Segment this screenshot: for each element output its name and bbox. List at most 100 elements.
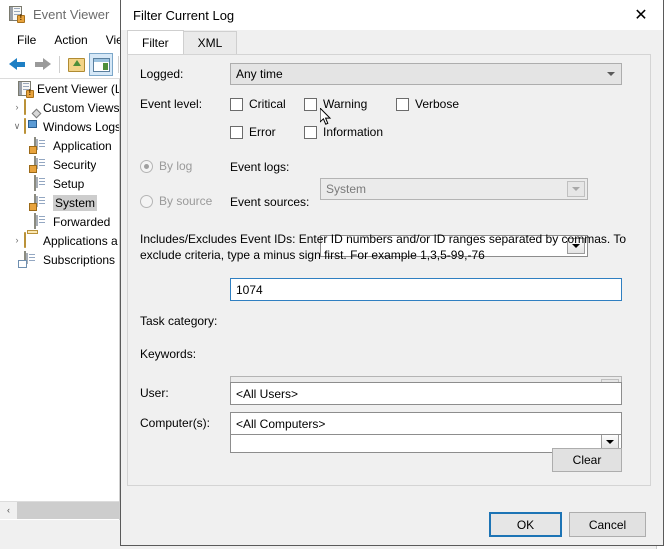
computers-label-row: Computer(s): xyxy=(140,416,210,430)
checkbox-label: Warning xyxy=(323,97,368,111)
radio-circle[interactable] xyxy=(140,159,153,173)
radio-label: By source xyxy=(159,194,213,208)
tree-item-setup[interactable]: Setup xyxy=(0,174,119,193)
checkbox-error[interactable]: Error xyxy=(230,125,276,139)
event-viewer-icon xyxy=(9,6,25,23)
tree-item-applications-and-services[interactable]: › Applications a xyxy=(0,231,119,250)
checkbox-box[interactable] xyxy=(304,97,317,111)
cancel-button[interactable]: Cancel xyxy=(569,512,646,537)
checkbox-critical[interactable]: Critical xyxy=(230,97,286,111)
checkbox-label: Information xyxy=(323,125,384,139)
computers-input[interactable]: <All Computers> xyxy=(230,412,622,435)
event-ids-value: 1074 xyxy=(236,282,263,297)
toolbar-separator-2 xyxy=(118,56,119,73)
event-level-label-row: Event level: xyxy=(140,97,202,111)
scroll-left-icon[interactable]: ‹ xyxy=(0,502,17,519)
chevron-right-icon[interactable]: › xyxy=(10,231,24,250)
menu-file[interactable]: File xyxy=(8,30,45,50)
event-logs-label: Event logs: xyxy=(230,160,290,174)
tree-item-windows-logs[interactable]: ∨ Windows Logs xyxy=(0,117,119,136)
event-logs-value: System xyxy=(326,182,367,196)
tree-item-label: Forwarded xyxy=(53,214,111,229)
radio-circle[interactable] xyxy=(140,194,153,208)
event-logs-combobox: System xyxy=(320,178,588,200)
radio-label: By log xyxy=(159,159,193,173)
checkbox-box[interactable] xyxy=(304,125,317,139)
radio-by-log[interactable]: By log xyxy=(140,159,192,173)
logged-label: Logged: xyxy=(140,67,184,81)
user-input[interactable]: <All Users> xyxy=(230,382,622,405)
checkbox-label: Verbose xyxy=(415,97,460,111)
up-one-level-button[interactable] xyxy=(64,53,88,76)
tree-item-label: Applications a xyxy=(43,233,118,248)
tree-item-label: System xyxy=(53,194,98,211)
log-icon xyxy=(34,174,50,192)
event-viewer-icon xyxy=(18,80,34,98)
logged-value: Any time xyxy=(236,67,283,81)
event-ids-help-text: Includes/Excludes Event IDs: Enter ID nu… xyxy=(140,232,627,262)
user-value: <All Users> xyxy=(236,386,299,401)
close-icon[interactable]: ✕ xyxy=(619,1,663,30)
checkbox-information[interactable]: Information xyxy=(304,125,383,139)
chevron-down-icon[interactable]: ∨ xyxy=(10,117,24,136)
keywords-label: Keywords: xyxy=(140,347,197,361)
event-sources-label: Event sources: xyxy=(230,195,310,209)
log-warning-icon xyxy=(29,136,50,154)
tree-item-subscriptions[interactable]: Subscriptions xyxy=(0,250,119,269)
keywords-label-row: Keywords: xyxy=(140,347,196,361)
folder-multi-icon xyxy=(24,231,40,249)
logged-combobox[interactable]: Any time xyxy=(230,63,622,85)
checkbox-verbose[interactable]: Verbose xyxy=(396,97,459,111)
tree-item-event-viewer-local[interactable]: Event Viewer (Loc xyxy=(0,79,119,98)
tree-item-forwarded-events[interactable]: Forwarded xyxy=(0,212,119,231)
tree-item-security[interactable]: Security xyxy=(0,155,119,174)
user-label: User: xyxy=(140,386,169,400)
menu-action[interactable]: Action xyxy=(45,30,96,50)
filter-tab-panel: Logged: Any time Event level: Critical W… xyxy=(127,54,651,486)
dialog-title: Filter Current Log xyxy=(133,7,235,23)
tree-item-custom-views[interactable]: › Custom Views xyxy=(0,98,119,117)
forward-button[interactable] xyxy=(30,53,54,76)
folder-up-icon xyxy=(67,57,85,72)
event-logs-label-row: Event logs: xyxy=(230,160,289,174)
scrollbar-thumb[interactable] xyxy=(17,502,119,519)
checkbox-label: Critical xyxy=(249,97,286,111)
tree-item-label: Security xyxy=(53,157,97,172)
log-warning-icon xyxy=(29,193,50,211)
dropdown-button xyxy=(567,181,585,197)
filter-current-log-dialog: Filter Current Log ✕ Filter XML Logged: … xyxy=(120,0,664,546)
checkbox-box[interactable] xyxy=(396,97,409,111)
tree-item-label: Custom Views xyxy=(43,100,119,115)
chevron-right-icon[interactable]: › xyxy=(10,98,24,117)
checkbox-warning[interactable]: Warning xyxy=(304,97,367,111)
show-hide-console-tree-button[interactable] xyxy=(89,53,113,76)
logged-label-row: Logged: xyxy=(140,67,183,81)
user-label-row: User: xyxy=(140,386,169,400)
event-level-label: Event level: xyxy=(140,97,203,111)
radio-by-source[interactable]: By source xyxy=(140,194,212,208)
chevron-down-icon xyxy=(606,440,614,444)
left-arrow-icon xyxy=(8,58,26,71)
checkbox-box[interactable] xyxy=(230,125,243,139)
event-ids-input[interactable]: 1074 xyxy=(230,278,622,301)
console-tree[interactable]: Event Viewer (Loc › Custom Views ∨ Windo… xyxy=(0,79,120,520)
tree-item-application[interactable]: Application xyxy=(0,136,119,155)
task-category-label-row: Task category: xyxy=(140,314,217,328)
clear-button[interactable]: Clear xyxy=(552,448,622,472)
log-icon xyxy=(34,212,50,230)
tree-item-label: Subscriptions xyxy=(43,252,116,267)
back-button[interactable] xyxy=(5,53,29,76)
dialog-titlebar: Filter Current Log ✕ xyxy=(121,0,663,30)
dialog-tabstrip: Filter XML xyxy=(127,30,663,54)
computers-value: <All Computers> xyxy=(236,416,326,431)
tree-item-label: Application xyxy=(53,138,112,153)
tree-item-label: Windows Logs xyxy=(43,119,119,134)
tree-item-system[interactable]: System xyxy=(0,193,119,212)
ok-button[interactable]: OK xyxy=(489,512,562,537)
checkbox-box[interactable] xyxy=(230,97,243,111)
tab-filter[interactable]: Filter xyxy=(127,30,184,54)
tree-item-label: Setup xyxy=(53,176,85,191)
console-tree-icon xyxy=(92,57,110,72)
console-tree-horizontal-scrollbar[interactable]: ‹ xyxy=(0,501,119,519)
tab-xml[interactable]: XML xyxy=(182,31,238,54)
